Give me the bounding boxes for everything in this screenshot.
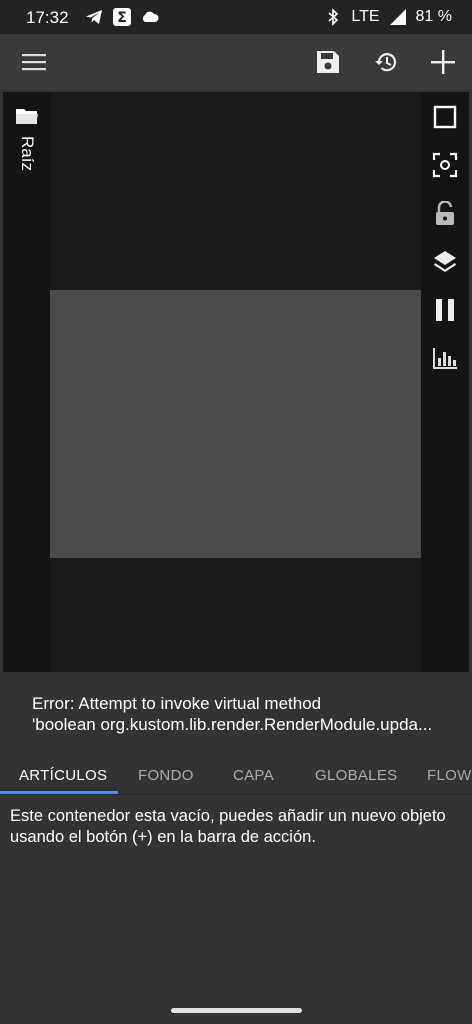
menu-icon[interactable]: [14, 42, 54, 82]
cloud-icon: [140, 7, 160, 27]
signal-icon: [388, 7, 408, 27]
save-icon[interactable]: [308, 42, 348, 82]
preview-area: Raíz: [3, 92, 469, 672]
tab-divider: [0, 794, 472, 795]
error-line-2: 'boolean org.kustom.lib.render.RenderMod…: [32, 715, 433, 734]
focus-icon[interactable]: [431, 151, 459, 179]
bluetooth-icon: [323, 7, 343, 27]
tab-bar: ARTÍCULOS FONDO CAPA GLOBALES FLOWS: [0, 755, 472, 795]
lock-icon[interactable]: [431, 200, 459, 228]
home-indicator[interactable]: [171, 1008, 302, 1013]
editor-canvas[interactable]: [50, 290, 422, 558]
sigma-app-icon: Σ: [112, 7, 132, 27]
breadcrumb-root[interactable]: Raíz: [17, 136, 37, 171]
error-message: Error: Attempt to invoke virtual method …: [32, 693, 452, 735]
telegram-icon: [84, 7, 104, 27]
preview-tools: [421, 92, 469, 672]
status-time: 17:32: [26, 8, 69, 27]
status-bar: 17:32 Σ LTE 81 %: [0, 0, 472, 34]
breadcrumb-strip: Raíz: [3, 92, 51, 672]
tab-fondo[interactable]: FONDO: [138, 767, 194, 784]
network-type: LTE: [351, 8, 380, 25]
svg-text:Σ: Σ: [117, 10, 127, 26]
tab-articulos[interactable]: ARTÍCULOS: [19, 767, 107, 784]
tab-capa[interactable]: CAPA: [233, 767, 274, 784]
history-icon[interactable]: [366, 42, 406, 82]
layers-icon[interactable]: [431, 248, 459, 276]
add-icon[interactable]: [423, 42, 463, 82]
action-bar: [0, 34, 472, 90]
folder-icon[interactable]: [15, 106, 39, 126]
tab-globales[interactable]: GLOBALES: [315, 767, 397, 784]
system-status: LTE 81 %: [323, 7, 452, 27]
tab-flows[interactable]: FLOWS: [427, 767, 472, 784]
bar-chart-icon[interactable]: [431, 344, 459, 372]
pause-icon[interactable]: [431, 296, 459, 324]
notification-icons: Σ: [84, 7, 160, 27]
battery-percent: 81 %: [415, 8, 452, 25]
error-line-1: Error: Attempt to invoke virtual method: [32, 694, 322, 713]
empty-state-message: Este contenedor esta vacío, puedes añadi…: [10, 807, 446, 846]
square-outline-icon[interactable]: [431, 103, 459, 131]
